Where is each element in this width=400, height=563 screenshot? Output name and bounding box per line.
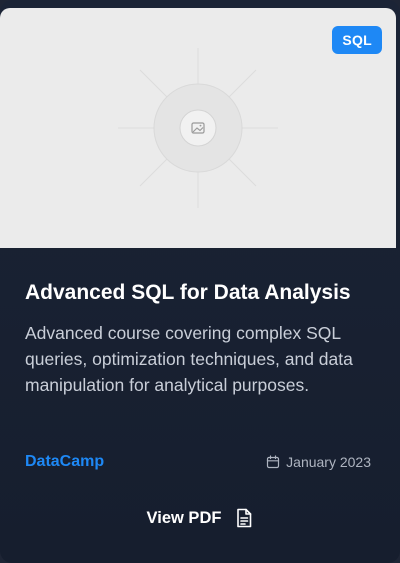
- document-icon: [237, 508, 252, 528]
- calendar-icon: [267, 455, 280, 469]
- course-description: Advanced course covering complex SQL que…: [25, 323, 353, 395]
- course-date: January 2023: [266, 453, 371, 471]
- course-card: SQL Advanced SQL for Data Analysis Advan…: [0, 0, 400, 563]
- view-pdf-button[interactable]: View PDF: [130, 503, 270, 533]
- view-pdf-label: View PDF: [146, 508, 222, 527]
- date-label: January 2023: [286, 454, 371, 470]
- provider-link[interactable]: DataCamp: [25, 452, 104, 472]
- course-title: Advanced SQL for Data Analysis: [25, 281, 351, 304]
- course-thumbnail: SQL: [0, 8, 396, 248]
- category-badge: SQL: [332, 26, 382, 54]
